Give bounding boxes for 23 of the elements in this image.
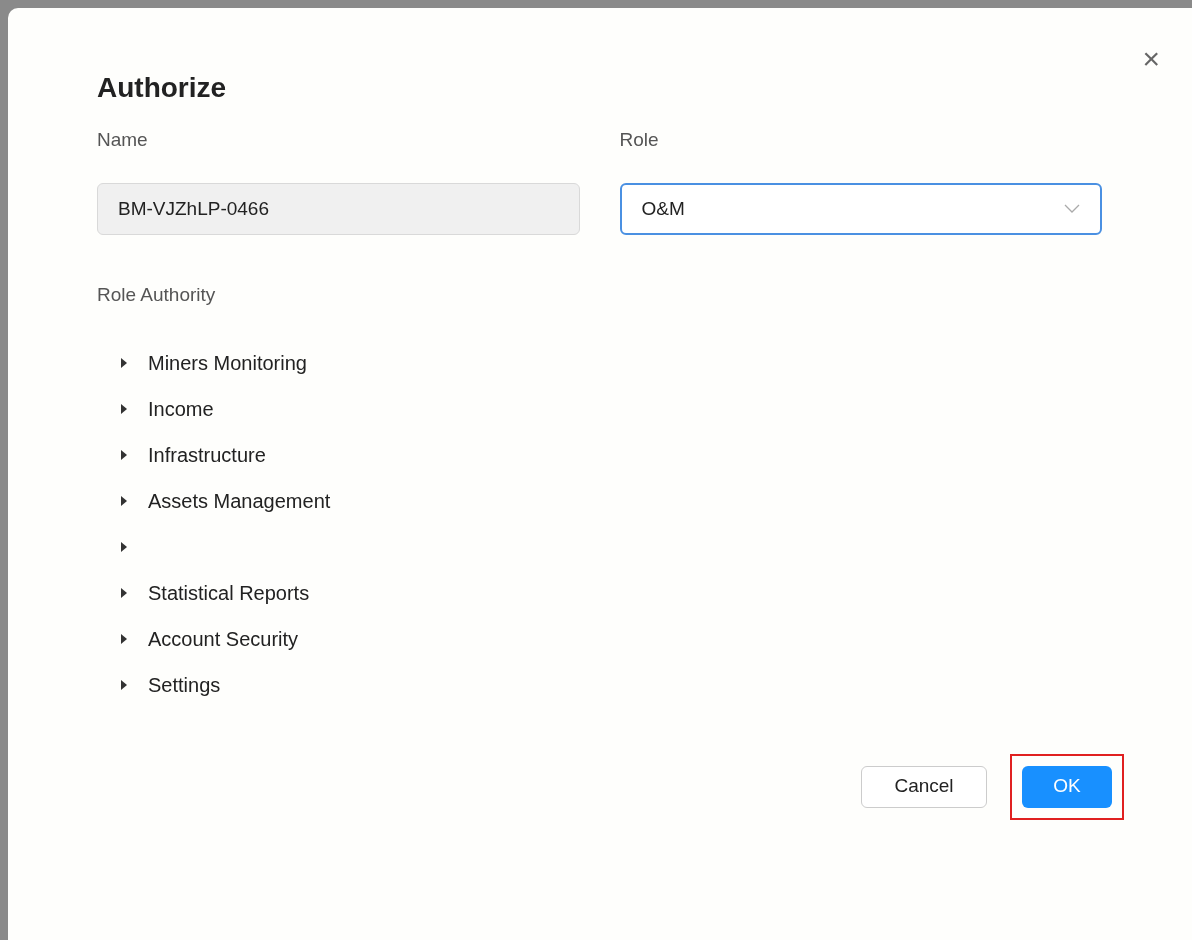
dialog-title: Authorize [97,71,227,105]
caret-icon[interactable] [120,679,128,690]
caret-icon[interactable] [120,357,128,368]
field-label: Role [619,128,659,152]
field-label: Name [97,128,148,152]
tree-item-label[interactable]: Assets Management [148,485,331,516]
tree-item-label[interactable]: Statistical Reports [148,577,310,608]
caret-icon[interactable] [120,403,128,414]
caret-icon[interactable] [120,587,128,598]
tree-item-label[interactable]: Settings [148,669,221,700]
tree-item-label[interactable]: Infrastructure [148,439,266,470]
close-button[interactable]: × [1142,44,1160,74]
tree-item-label[interactable]: Account Security [148,623,299,654]
tree-item-label[interactable]: Income [148,393,214,424]
caret-icon[interactable] [120,495,128,506]
section-label: Role Authority [97,283,216,307]
caret-icon[interactable] [120,449,128,460]
tree-item-label[interactable]: Miners Monitoring [148,347,307,378]
caret-icon[interactable] [120,541,128,552]
caret-icon[interactable] [120,633,128,644]
cancel-button[interactable]: Cancel [861,765,987,808]
chevron-down-icon [1064,204,1080,214]
role-dropdown[interactable]: O&M [619,183,1102,235]
